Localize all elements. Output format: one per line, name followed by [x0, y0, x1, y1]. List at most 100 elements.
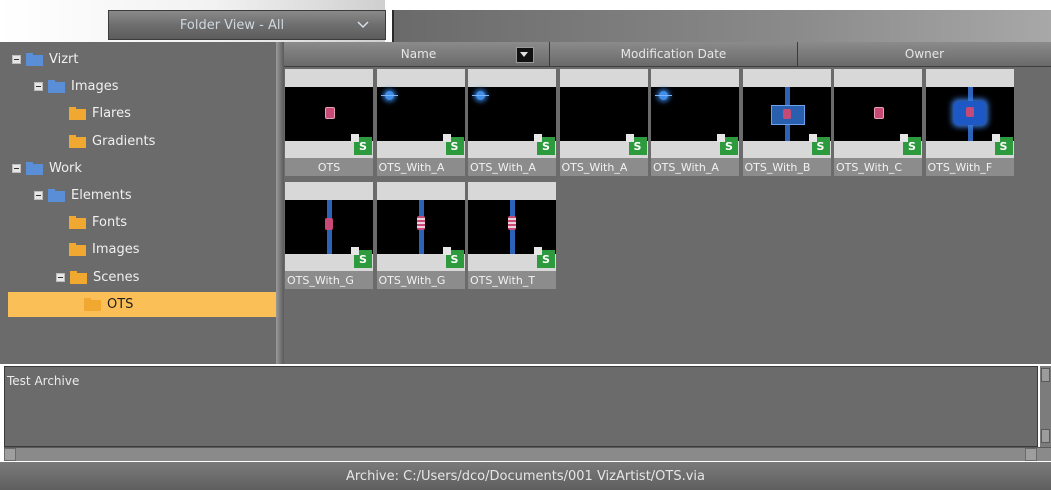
thumbnail-name: OTS_With_T	[468, 271, 556, 289]
scene-preview-image	[834, 87, 922, 141]
tree-item-scenes[interactable]: Scenes	[56, 265, 139, 290]
scene-thumbnail[interactable]: S OTS_With_A	[651, 69, 739, 179]
scene-preview-image	[651, 87, 739, 141]
scene-thumbnail[interactable]: S OTS_With_A	[376, 69, 465, 179]
scene-badge-icon: S	[442, 134, 464, 155]
folder-icon	[69, 243, 86, 257]
thumbnail-top-strip	[559, 69, 648, 87]
column-date-label: Modification Date	[620, 47, 727, 61]
sort-down-icon[interactable]	[516, 47, 534, 63]
flare-dot	[508, 216, 516, 230]
thumbnail-name: OTS_With_B	[742, 158, 831, 176]
thumbnail-name-text: OTS_With_B	[744, 160, 811, 174]
scene-preview-image	[285, 200, 373, 254]
scene-thumbnail[interactable]: S OTS_With_B	[742, 69, 831, 179]
tree-item-work[interactable]: Work	[12, 156, 82, 181]
scroll-down-icon[interactable]	[1041, 429, 1050, 443]
scene-thumbnail[interactable]: S OTS_With_G	[285, 182, 373, 292]
scene-preview-image	[559, 87, 648, 141]
thumbnail-name: OTS_With_C	[834, 158, 922, 176]
scroll-right-icon[interactable]	[1025, 448, 1037, 461]
thumbnail-name-text: OTS_With_G	[287, 273, 354, 287]
archive-description[interactable]: Test Archive	[4, 366, 1038, 447]
flare-dot	[416, 216, 425, 230]
scene-thumbnail[interactable]: S OTS_With_G	[376, 182, 465, 292]
collapse-toggle-icon[interactable]	[56, 272, 65, 282]
scene-badge-icon: S	[900, 134, 921, 155]
column-name-label: Name	[400, 47, 437, 61]
thumbnail-top-strip	[834, 69, 922, 87]
collapse-toggle-icon[interactable]	[34, 191, 43, 200]
collapse-toggle-icon[interactable]	[34, 82, 43, 92]
tree-item-images[interactable]: Images	[56, 237, 140, 262]
scene-thumbnail[interactable]: S OTS_With_F	[925, 69, 1014, 179]
thumbnail-top-strip	[285, 69, 373, 87]
folder-icon	[48, 189, 65, 202]
thumbnail-top-strip	[285, 182, 373, 200]
scene-badge-icon: S	[991, 134, 1013, 155]
column-owner[interactable]: Owner	[798, 42, 1051, 66]
scene-thumbnail[interactable]: S OTS_With_A	[468, 69, 556, 179]
folder-icon	[26, 161, 43, 175]
tree-item-label: Fonts	[92, 215, 128, 231]
scene-preview-image	[376, 87, 465, 141]
scene-preview-image	[742, 87, 831, 141]
tree-item-ots[interactable]: OTS	[8, 291, 277, 317]
flare-dot	[965, 107, 974, 117]
scene-badge-icon: S	[534, 134, 555, 155]
column-name[interactable]: Name	[288, 42, 550, 66]
thumbnail-top-strip	[651, 69, 739, 87]
collapse-toggle-icon[interactable]	[12, 163, 21, 173]
description-vertical-scrollbar[interactable]	[1040, 366, 1051, 447]
folder-icon	[48, 80, 65, 94]
folder-icon	[69, 107, 86, 121]
scene-thumbnail[interactable]: S OTS	[285, 69, 373, 179]
thumbnail-name-text: OTS_With_A	[470, 160, 536, 174]
flare-dot	[325, 107, 335, 119]
folder-icon	[70, 270, 87, 284]
scene-badge-icon: S	[717, 134, 738, 155]
folder-icon	[69, 216, 86, 230]
scene-thumbnails: S OTS S OTS_With_A S OTS_With_A S OTS_With_A S OT…	[284, 67, 1051, 364]
flare-beam	[380, 95, 398, 96]
description-horizontal-scrollbar[interactable]	[4, 447, 1051, 461]
status-bar: Archive: C:/Users/dco/Documents/001 VizA…	[0, 462, 1051, 490]
tree-item-label: Gradients	[92, 133, 156, 149]
scene-thumbnail[interactable]: S OTS_With_T	[468, 182, 556, 292]
description-text: Test Archive	[7, 374, 80, 388]
flare-beam	[655, 95, 672, 96]
thumbnail-name-text: OTS_With_A	[378, 160, 445, 174]
thumbnail-top-strip	[468, 69, 556, 87]
tree-item-elements[interactable]: Elements	[34, 183, 132, 208]
thumbnail-name: OTS	[285, 158, 373, 176]
tree-item-gradients[interactable]: Gradients	[56, 129, 155, 154]
panel-splitter[interactable]	[276, 42, 284, 364]
scroll-up-icon[interactable]	[1041, 368, 1050, 382]
collapse-toggle-icon[interactable]	[12, 55, 21, 64]
thumbnail-top-strip	[925, 69, 1014, 87]
tree-item-fonts[interactable]: Fonts	[56, 210, 127, 235]
scene-thumbnail[interactable]: S OTS_With_A	[559, 69, 648, 179]
tree-item-vizrt[interactable]: Vizrt	[12, 47, 79, 72]
thumbnail-name: OTS_With_A	[468, 158, 556, 176]
thumbnail-top-strip	[742, 69, 831, 87]
thumbnail-name: OTS_With_A	[651, 158, 739, 176]
scroll-left-icon[interactable]	[4, 448, 16, 461]
archive-path: Archive: C:/Users/dco/Documents/001 VizA…	[345, 468, 706, 484]
flare-beam	[472, 95, 489, 96]
thumbnail-name-text: OTS	[317, 160, 341, 174]
thumbnail-name: OTS_With_G	[376, 271, 465, 289]
tree-item-label: OTS	[107, 296, 134, 312]
tree-item-label: Images	[92, 242, 140, 258]
column-modification-date[interactable]: Modification Date	[550, 42, 798, 66]
tree-item-images[interactable]: Images	[34, 74, 119, 99]
folder-icon	[69, 134, 86, 148]
tree-item-flares[interactable]: Flares	[56, 101, 131, 126]
scene-preview-image	[285, 87, 373, 141]
folder-view-dropdown[interactable]: Folder View - All	[108, 10, 386, 40]
toolbar-right-area	[392, 10, 1051, 42]
tree-item-label: Images	[71, 79, 119, 95]
thumbnail-name-text: OTS_With_A	[653, 160, 719, 174]
scene-preview-image	[376, 200, 465, 254]
scene-thumbnail[interactable]: S OTS_With_C	[834, 69, 922, 179]
